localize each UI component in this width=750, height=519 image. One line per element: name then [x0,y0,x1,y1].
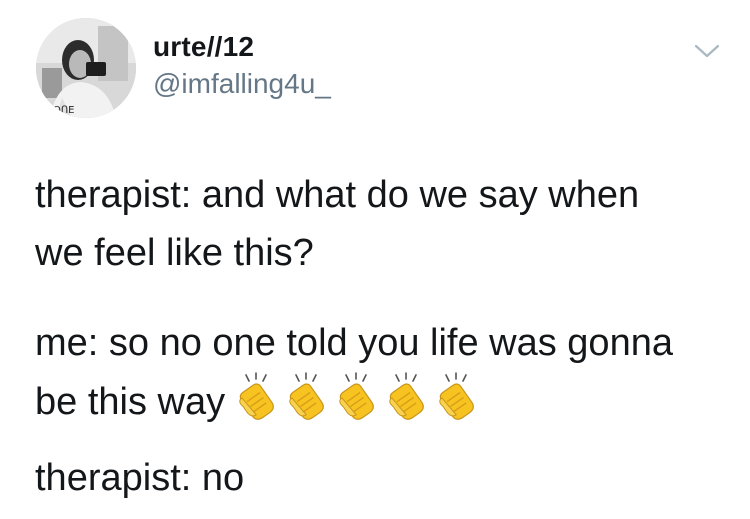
tweet-text-line: therapist: no [35,457,245,499]
tweet-text-line: we feel like this? [35,232,314,274]
clapping-hands-icon [335,372,379,422]
profile-photo-avatar: ЯOᑎE [36,18,136,118]
tweet-paragraph-3: therapist: no [35,449,244,507]
clapping-hands-icon [435,372,479,422]
tweet-card: ЯOᑎE urte//12 @imfalling4u_ therapist: a… [0,0,750,519]
display-name[interactable]: urte//12 [153,30,331,64]
tweet-author: urte//12 @imfalling4u_ [153,30,331,101]
tweet-text-line: therapist: and what do we say when [35,174,640,216]
tweet-paragraph-1: therapist: and what do we say when we fe… [35,166,639,282]
tweet-text-fragment: be this way [35,381,226,423]
tweet-text-line-with-emoji: be this way [35,372,673,430]
clapping-hands-emoji-row [235,372,479,422]
tweet-paragraph-2: me: so no one told you life was gonna be… [35,314,673,430]
user-handle[interactable]: @imfalling4u_ [153,67,331,101]
clapping-hands-icon [385,372,429,422]
chevron-down-icon[interactable] [690,40,724,62]
clapping-hands-icon [235,372,279,422]
avatar[interactable]: ЯOᑎE [36,18,136,118]
svg-text:ЯOᑎE: ЯOᑎE [46,105,74,116]
clapping-hands-icon [285,372,329,422]
tweet-text-line: me: so no one told you life was gonna [35,322,673,364]
